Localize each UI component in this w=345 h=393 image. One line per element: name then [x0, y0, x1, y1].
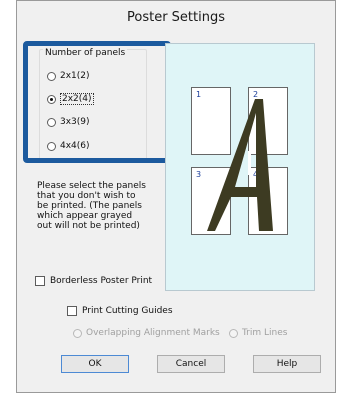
- print-cutting-guides-checkbox[interactable]: Print Cutting Guides: [67, 306, 173, 316]
- overlapping-marks-label: Overlapping Alignment Marks: [86, 328, 220, 338]
- ok-button[interactable]: OK: [61, 355, 129, 373]
- trim-lines-label: Trim Lines: [242, 328, 288, 338]
- borderless-checkbox-box[interactable]: [35, 276, 45, 286]
- poster-letter-graphic: [207, 99, 273, 231]
- borderless-label: Borderless Poster Print: [50, 276, 153, 286]
- selection-highlight-box: [23, 41, 171, 163]
- help-button[interactable]: Help: [253, 355, 321, 373]
- cancel-button[interactable]: Cancel: [157, 355, 225, 373]
- trim-lines-dot[interactable]: [229, 328, 238, 338]
- trim-lines-radio[interactable]: Trim Lines: [229, 326, 287, 340]
- dialog-frame: Poster Settings Number of panels 2x1(2) …: [16, 0, 336, 393]
- poster-settings-dialog: Poster Settings Number of panels 2x1(2) …: [16, 0, 336, 393]
- panel-instructions: Please select the panels that you don't …: [37, 181, 146, 231]
- overlapping-alignment-marks-radio[interactable]: Overlapping Alignment Marks: [73, 326, 220, 340]
- cutting-guides-label: Print Cutting Guides: [82, 306, 173, 316]
- overlapping-marks-dot[interactable]: [73, 328, 82, 338]
- dialog-title: Poster Settings: [127, 10, 225, 25]
- borderless-poster-checkbox[interactable]: Borderless Poster Print: [35, 276, 152, 286]
- cutting-guides-checkbox-box[interactable]: [67, 306, 77, 316]
